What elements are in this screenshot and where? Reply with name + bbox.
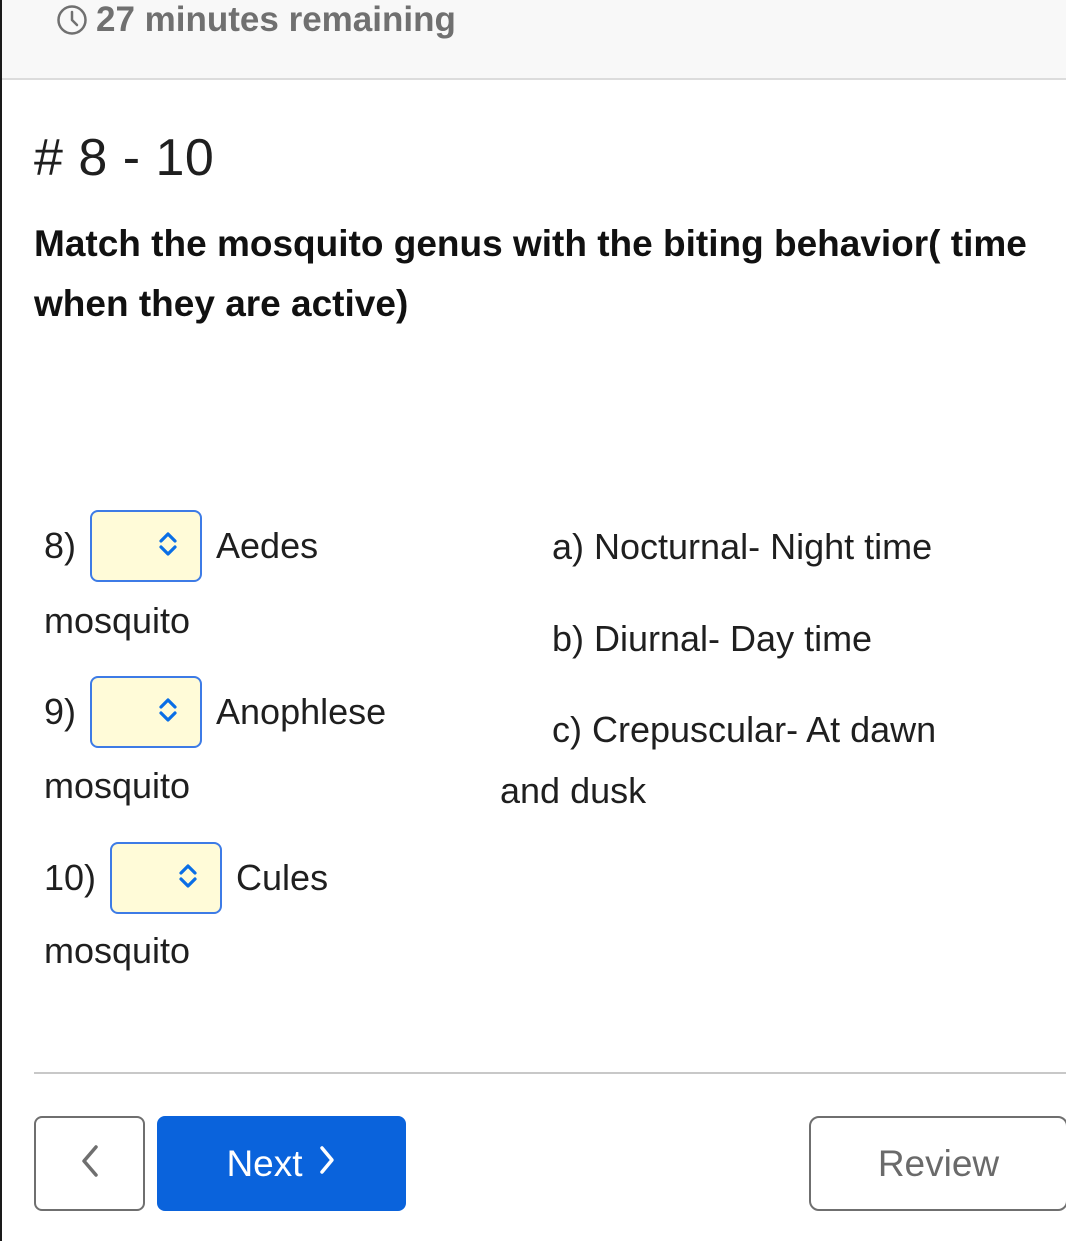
chevron-right-icon (317, 1143, 337, 1185)
timer-bar: 27 minutes remaining (2, 0, 1066, 80)
question-prompt: Match the mosquito genus with the biting… (34, 223, 1027, 324)
previous-button[interactable] (34, 1116, 145, 1211)
item-number: 8) (44, 525, 77, 566)
item-number: 9) (44, 691, 77, 732)
timer: 27 minutes remaining (56, 0, 456, 40)
answer-select-10[interactable] (110, 842, 223, 914)
option-c: c) Crepuscular- At dawn (552, 709, 937, 750)
review-label: Review (877, 1142, 1000, 1184)
chevron-up-down-icon (178, 857, 198, 899)
next-label: Next (226, 1142, 303, 1184)
genus-label: Aedes (216, 525, 319, 566)
chevron-up-down-icon (158, 691, 178, 733)
question-range-heading: # 8 - 10 (34, 129, 215, 187)
item-number: 10) (44, 857, 97, 898)
option-c-continuation: and dusk (500, 770, 647, 811)
match-item-8: 8) Aedes (44, 510, 318, 582)
match-item-9: 9) Anophlese (44, 676, 386, 748)
answer-select-8[interactable] (90, 510, 203, 582)
option-b: b) Diurnal- Day time (552, 618, 873, 659)
genus-label: Anophlese (216, 691, 387, 732)
footer-divider (34, 1072, 1066, 1074)
genus-suffix: mosquito (44, 930, 191, 971)
answer-select-9[interactable] (90, 676, 203, 748)
option-a: a) Nocturnal- Night time (552, 526, 933, 567)
genus-suffix: mosquito (44, 765, 191, 806)
match-item-10: 10) Cules (44, 842, 328, 914)
timer-text: 27 minutes remaining (96, 0, 456, 39)
next-button[interactable]: Next (157, 1116, 406, 1211)
review-button[interactable]: Review (809, 1116, 1066, 1211)
clock-icon (56, 4, 88, 36)
genus-suffix: mosquito (44, 600, 191, 641)
quiz-page: 27 minutes remaining # 8 - 10 Match the … (0, 0, 1066, 1241)
genus-label: Cules (236, 857, 329, 898)
chevron-left-icon (79, 1143, 101, 1184)
chevron-up-down-icon (158, 525, 178, 567)
